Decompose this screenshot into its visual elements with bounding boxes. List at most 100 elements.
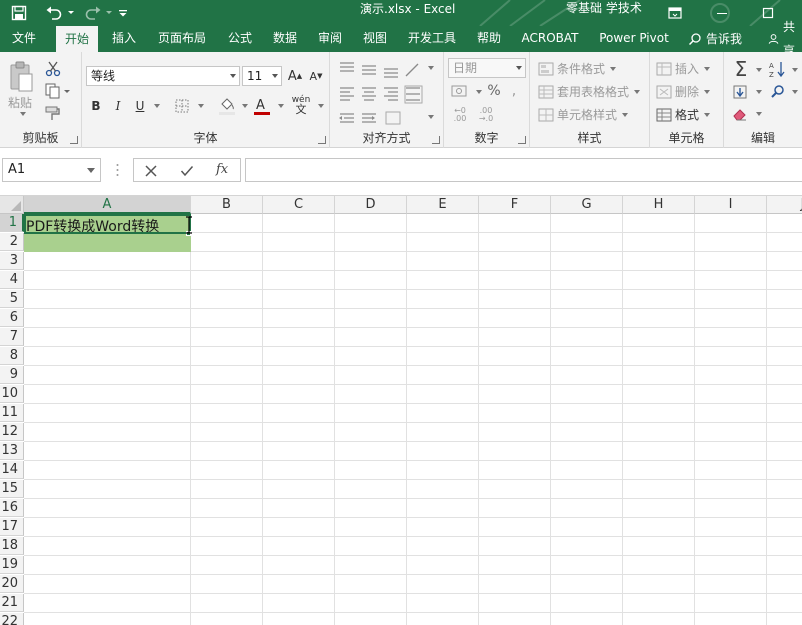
font-size-select[interactable]: 11	[242, 66, 282, 86]
column-header-j[interactable]: J	[767, 196, 802, 214]
sort-dropdown-icon[interactable]	[792, 68, 798, 72]
row-header-1[interactable]: 1	[0, 214, 24, 232]
fill-color-icon[interactable]	[216, 94, 238, 118]
fill-icon[interactable]	[730, 82, 750, 102]
row-header-20[interactable]: 20	[0, 575, 24, 593]
column-header-d[interactable]: D	[335, 196, 407, 214]
format-cells-button[interactable]: 格式	[656, 106, 711, 123]
column-header-i[interactable]: I	[695, 196, 767, 214]
undo-dropdown-icon[interactable]	[66, 0, 76, 26]
tab-formulas[interactable]: 公式	[220, 26, 260, 52]
orientation-dropdown-icon[interactable]	[428, 66, 434, 70]
tab-page-layout[interactable]: 页面布局	[150, 26, 214, 52]
sort-filter-icon[interactable]: AZ	[768, 58, 788, 80]
worksheet-grid[interactable]: ABCDEFGHIJ123456789101112131415161718192…	[0, 196, 802, 625]
copy-icon[interactable]	[44, 82, 72, 100]
number-launcher-icon[interactable]	[518, 136, 526, 144]
delete-cells-button[interactable]: 删除	[656, 83, 711, 100]
tab-help[interactable]: 帮助	[470, 26, 508, 52]
phonetic-dropdown-icon[interactable]	[318, 104, 324, 108]
alignment-launcher-icon[interactable]	[432, 136, 440, 144]
underline-dropdown-icon[interactable]	[154, 104, 160, 108]
save-icon[interactable]	[8, 0, 30, 26]
borders-icon[interactable]	[172, 96, 192, 116]
name-box[interactable]: A1	[2, 158, 101, 182]
format-painter-icon[interactable]	[44, 104, 62, 122]
row-header-14[interactable]: 14	[0, 461, 24, 479]
cell-styles-button[interactable]: 单元格样式	[538, 106, 629, 123]
currency-format-icon[interactable]	[450, 82, 472, 100]
row-header-12[interactable]: 12	[0, 423, 24, 441]
column-header-a[interactable]: A	[24, 196, 191, 214]
row-header-11[interactable]: 11	[0, 404, 24, 422]
row-header-15[interactable]: 15	[0, 480, 24, 498]
underline-button[interactable]: U	[132, 96, 148, 116]
tab-home[interactable]: 开始	[56, 26, 98, 52]
customize-quick-access-icon[interactable]	[116, 0, 130, 26]
currency-dropdown-icon[interactable]	[476, 90, 482, 94]
ribbon-display-options-icon[interactable]	[666, 0, 684, 26]
increase-font-size-icon[interactable]: A ▲	[287, 67, 303, 85]
decrease-font-size-icon[interactable]: A ▼	[308, 67, 324, 85]
clear-eraser-icon[interactable]	[730, 104, 750, 124]
tab-acrobat[interactable]: ACROBAT	[514, 26, 586, 52]
clipboard-launcher-icon[interactable]	[70, 136, 78, 144]
number-format-select[interactable]: 日期	[448, 58, 526, 78]
percent-style-button[interactable]: %	[486, 82, 502, 100]
tab-view[interactable]: 视图	[355, 26, 395, 52]
row-header-18[interactable]: 18	[0, 537, 24, 555]
tab-data[interactable]: 数据	[265, 26, 305, 52]
increase-decimal-icon[interactable]: ←0.00	[450, 106, 470, 124]
cut-icon[interactable]	[44, 60, 62, 78]
row-header-3[interactable]: 3	[0, 252, 24, 270]
row-header-22[interactable]: 22	[0, 613, 24, 625]
clear-dropdown-icon[interactable]	[756, 112, 762, 116]
close-icon[interactable]	[144, 164, 158, 178]
minimize-icon[interactable]	[712, 0, 732, 26]
font-color-dropdown-icon[interactable]	[278, 104, 284, 108]
merge-dropdown-icon[interactable]	[428, 115, 434, 119]
autosum-icon[interactable]: Σ	[730, 57, 752, 81]
find-select-icon[interactable]	[768, 82, 788, 102]
format-as-table-button[interactable]: 套用表格格式	[538, 83, 641, 100]
borders-dropdown-icon[interactable]	[198, 104, 204, 108]
redo-dropdown-icon[interactable]	[104, 0, 114, 26]
row-header-6[interactable]: 6	[0, 309, 24, 327]
comma-style-icon[interactable]: ,	[506, 82, 522, 100]
tab-review[interactable]: 审阅	[310, 26, 350, 52]
maximize-icon[interactable]	[758, 0, 778, 26]
phonetic-guide-button[interactable]: wén 文	[290, 94, 312, 116]
redo-icon[interactable]	[82, 0, 104, 26]
row-header-8[interactable]: 8	[0, 347, 24, 365]
bold-button[interactable]: B	[88, 96, 104, 116]
signed-in-user[interactable]: 零基础 学技术	[566, 0, 642, 16]
share-button[interactable]: 共享	[768, 20, 802, 58]
row-header-10[interactable]: 10	[0, 385, 24, 403]
paste-icon[interactable]	[6, 60, 36, 94]
row-header-9[interactable]: 9	[0, 366, 24, 384]
insert-function-button[interactable]: fx	[216, 162, 228, 177]
row-header-17[interactable]: 17	[0, 518, 24, 536]
column-header-b[interactable]: B	[191, 196, 263, 214]
formula-input[interactable]	[245, 158, 802, 182]
find-dropdown-icon[interactable]	[792, 90, 798, 94]
undo-icon[interactable]	[42, 0, 66, 26]
row-header-5[interactable]: 5	[0, 290, 24, 308]
row-header-13[interactable]: 13	[0, 442, 24, 460]
paste-button[interactable]: 粘贴	[8, 94, 32, 111]
conditional-formatting-button[interactable]: 条件格式	[538, 60, 617, 77]
row-header-7[interactable]: 7	[0, 328, 24, 346]
row-header-21[interactable]: 21	[0, 594, 24, 612]
italic-button[interactable]: I	[110, 96, 126, 116]
insert-cells-button[interactable]: 插入	[656, 60, 711, 77]
font-launcher-icon[interactable]	[318, 136, 326, 144]
tell-me-search[interactable]: 告诉我	[688, 26, 742, 52]
column-header-h[interactable]: H	[623, 196, 695, 214]
tab-power-pivot[interactable]: Power Pivot	[592, 26, 676, 52]
column-header-c[interactable]: C	[263, 196, 335, 214]
tab-insert[interactable]: 插入	[104, 26, 144, 52]
column-header-f[interactable]: F	[479, 196, 551, 214]
column-header-g[interactable]: G	[551, 196, 623, 214]
column-header-e[interactable]: E	[407, 196, 479, 214]
tab-file[interactable]: 文件	[4, 26, 44, 52]
